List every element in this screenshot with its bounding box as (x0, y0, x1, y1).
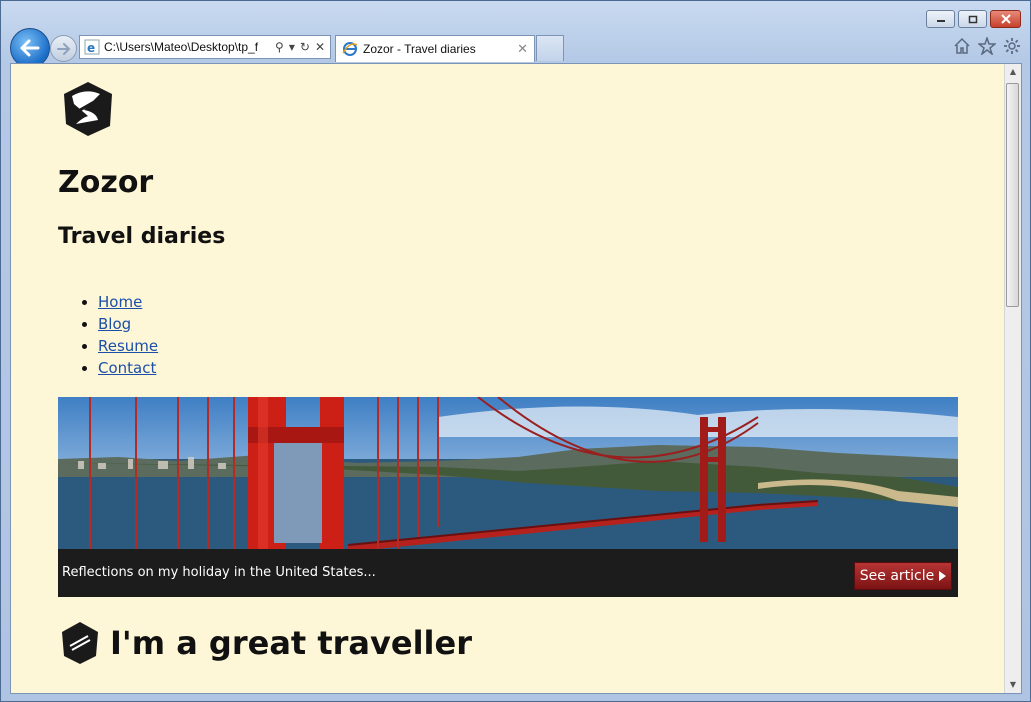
golden-gate-bridge-image (58, 397, 958, 549)
vertical-scrollbar[interactable]: ▲ ▼ (1004, 64, 1021, 693)
banner-caption: Reflections on my holiday in the United … (62, 565, 376, 580)
article-heading: I'm a great traveller (110, 624, 472, 662)
stop-icon[interactable]: ✕ (315, 40, 325, 54)
menu-item-contact: Contact (98, 357, 158, 379)
zozor-logo (64, 82, 112, 136)
site-title: Zozor (58, 165, 154, 200)
tab-zozor[interactable]: Zozor - Travel diaries ✕ (335, 35, 535, 62)
play-arrow-icon (939, 571, 947, 581)
ie-page-icon: e (84, 39, 100, 55)
menu-link-home[interactable]: Home (98, 293, 142, 311)
see-article-label: See article (859, 568, 935, 584)
back-button[interactable] (10, 28, 50, 68)
browser-toolbar-icons (953, 37, 1021, 55)
window-controls (926, 10, 1021, 28)
scrollbar-thumb[interactable] (1006, 83, 1019, 307)
svg-text:e: e (87, 41, 95, 55)
menu-link-blog[interactable]: Blog (98, 315, 131, 333)
close-window-button[interactable] (990, 10, 1021, 28)
page-viewport: Zozor Travel diaries Home Blog Resume Co… (10, 63, 1022, 694)
forward-button[interactable] (50, 35, 77, 62)
back-arrow-icon (20, 39, 40, 57)
refresh-icon[interactable]: ↻ (300, 40, 310, 54)
home-icon[interactable] (953, 37, 971, 55)
forward-arrow-icon (56, 42, 70, 55)
banner: Reflections on my holiday in the United … (58, 397, 958, 597)
tab-title: Zozor - Travel diaries (363, 42, 476, 56)
dropdown-icon[interactable]: ▾ (289, 40, 295, 54)
minimize-button[interactable] (926, 10, 955, 28)
menu-item-resume: Resume (98, 335, 158, 357)
address-url[interactable]: C:\Users\Mateo\Desktop\tp_f (104, 40, 275, 54)
article-logo-icon (62, 622, 98, 664)
settings-gear-icon[interactable] (1003, 37, 1021, 55)
close-icon (1000, 14, 1011, 24)
menu-link-contact[interactable]: Contact (98, 359, 156, 377)
minimize-icon (936, 20, 945, 22)
article-header: I'm a great traveller (58, 620, 472, 666)
main-menu: Home Blog Resume Contact (58, 291, 158, 379)
search-icon[interactable]: ⚲ (275, 40, 284, 54)
scroll-down-icon[interactable]: ▼ (1005, 677, 1021, 693)
menu-item-home: Home (98, 291, 158, 313)
site-subtitle: Travel diaries (58, 224, 226, 249)
ie-tab-icon (342, 42, 358, 56)
address-tools: ⚲ ▾ ↻ ✕ (275, 40, 325, 54)
new-tab-button[interactable] (536, 35, 564, 61)
restore-icon (968, 15, 977, 23)
favorites-star-icon[interactable] (978, 37, 996, 55)
close-tab-icon[interactable]: ✕ (517, 41, 528, 57)
address-bar[interactable]: e C:\Users\Mateo\Desktop\tp_f ⚲ ▾ ↻ ✕ (79, 35, 331, 59)
scroll-up-icon[interactable]: ▲ (1005, 64, 1021, 80)
menu-link-resume[interactable]: Resume (98, 337, 158, 355)
menu-item-blog: Blog (98, 313, 158, 335)
restore-button[interactable] (958, 10, 987, 28)
see-article-button[interactable]: See article (854, 562, 952, 590)
browser-window: e C:\Users\Mateo\Desktop\tp_f ⚲ ▾ ↻ ✕ Zo… (0, 0, 1031, 702)
